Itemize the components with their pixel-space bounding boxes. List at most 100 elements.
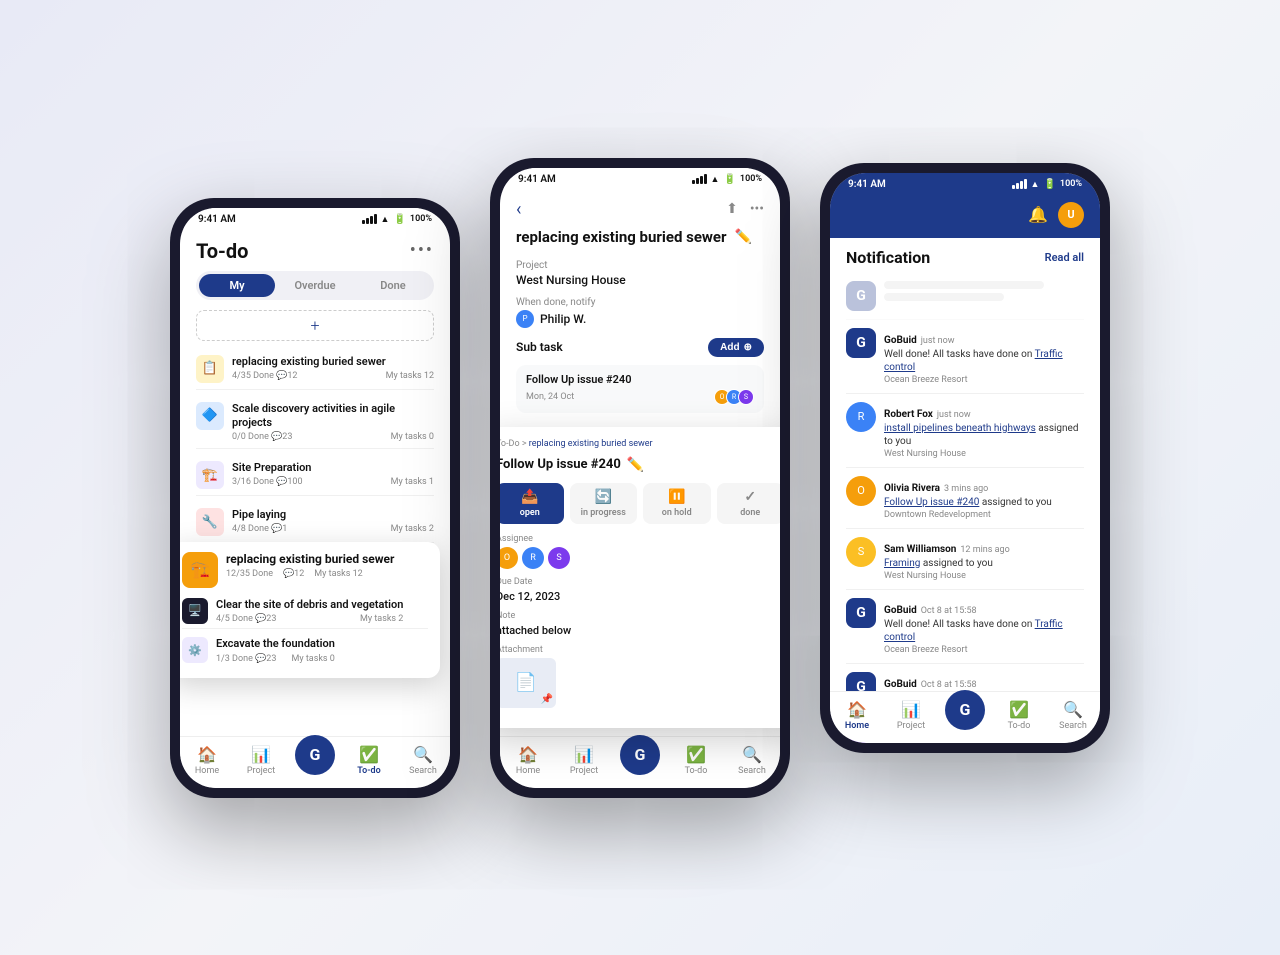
notif-link-2[interactable]: install pipelines beneath highways [884,423,1036,434]
notif-header-icons: 🔔 U [1028,202,1084,228]
notif-gobuid-icon-1: G [846,328,876,358]
tab-done[interactable]: Done [355,274,431,297]
assignee-row: O R S [500,547,780,569]
overlay-edit-icon[interactable]: ✏️ [627,457,644,473]
overlay-card: To-Do > replacing existing buried sewer … [500,427,780,728]
nav-project-2[interactable]: 📊 Project [556,745,612,776]
subtask-card[interactable]: Follow Up issue #240 Mon, 24 Oct O R S [516,365,764,413]
blur-line-1 [884,281,1044,289]
nav-home-label-1: Home [195,766,219,776]
nav-project-3[interactable]: 📊 Project [884,700,938,731]
todo-menu-btn[interactable]: ••• [410,240,434,261]
edit-icon[interactable]: ✏️ [735,229,752,245]
nav-g-btn-2[interactable]: G [620,735,660,775]
task-item-4[interactable]: 🔧 Pipe laying 4/8 Done 💬1 My tasks 2 [196,502,434,543]
back-button[interactable]: ‹ [516,199,521,220]
battery-icon-1: 🔋 [393,214,405,225]
float-sub-meta-2: 1/3 Done 💬23 My tasks 0 [216,654,335,664]
notif-link-5[interactable]: Traffic control [884,619,1063,643]
home-icon-2: 🏠 [518,745,538,764]
nav-todo-1[interactable]: ✅ To-do [342,745,396,776]
notif-item-5[interactable]: G GoBuid Oct 8 at 15:58 Well done! All t… [846,590,1084,664]
float-sub-1[interactable]: 🖥️ Clear the site of debris and vegetati… [182,594,428,629]
home-icon-3: 🏠 [847,700,867,719]
notif-item-4[interactable]: S Sam Williamson 12 mins ago Framing ass… [846,529,1084,590]
battery-pct-2: 100% [740,174,762,184]
task-icon-4: 🔧 [196,508,224,536]
task-item-2[interactable]: 🔷 Scale discovery activities in agile pr… [196,396,434,450]
nav-todo-3[interactable]: ✅ To-do [992,700,1046,731]
nav-home-1[interactable]: 🏠 Home [180,745,234,776]
float-sub-2[interactable]: ⚙️ Excavate the foundation 1/3 Done 💬23 … [182,633,428,667]
task-item-3[interactable]: 🏗️ Site Preparation 3/16 Done 💬100 My ta… [196,455,434,496]
nav-g-btn-3[interactable]: G [945,690,985,730]
float-sub-progress-2: 1/3 Done 💬23 [216,654,276,664]
open-icon: 📤 [521,489,538,505]
status-done[interactable]: ✓ done [717,483,781,524]
bell-icon[interactable]: 🔔 [1028,205,1048,224]
task-item-1[interactable]: 📋 replacing existing buried sewer 4/35 D… [196,349,434,390]
nav-search-1[interactable]: 🔍 Search [396,745,450,776]
detail-content: replacing existing buried sewer ✏️ Proje… [500,228,780,421]
notif-link-1[interactable]: Traffic control [884,349,1063,373]
notif-text-5: Well done! All tasks have done on Traffi… [884,618,1084,644]
nav-search-2[interactable]: 🔍 Search [724,745,780,776]
phone-todo: 9:41 AM ▲ 🔋 100% To-do ••• My Overdue [170,198,460,798]
tab-my[interactable]: My [199,274,275,297]
time-2: 9:41 AM [518,174,556,185]
note-value: attached below [500,624,780,637]
project-value: West Nursing House [516,273,764,287]
notif-item-2[interactable]: R Robert Fox just now install pipelines … [846,394,1084,468]
notif-project-5: Ocean Breeze Resort [884,645,1084,655]
status-onhold[interactable]: ⏸️ on hold [643,483,711,524]
float-task-info: replacing existing buried sewer 12/35 Do… [226,552,394,579]
nav-todo-2[interactable]: ✅ To-do [668,745,724,776]
notif-item-3[interactable]: O Olivia Rivera 3 mins ago Follow Up iss… [846,468,1084,529]
float-main-task[interactable]: 🏗️ replacing existing buried sewer 12/35… [182,552,428,588]
subtask-label: Sub task [516,340,563,354]
status-open[interactable]: 📤 open [500,483,564,524]
nav-project-1[interactable]: 📊 Project [234,745,288,776]
notif-project-4: West Nursing House [884,571,1084,581]
task-meta-1: 4/35 Done 💬12 My tasks 12 [232,371,434,381]
status-inprogress[interactable]: 🔄 in progress [570,483,638,524]
todo-nav-icon-3: ✅ [1009,700,1029,719]
notif-text-2: install pipelines beneath highways assig… [884,422,1084,448]
bar1-3 [1012,185,1015,189]
float-sub-meta-1: 4/5 Done 💬23 My tasks 2 [216,614,403,624]
nav-home-3[interactable]: 🏠 Home [830,700,884,731]
notif-av-3: O [846,476,876,506]
nav-center-3[interactable]: G [938,700,992,731]
notif-link-3[interactable]: Follow Up issue #240 [884,497,979,508]
notif-blurred[interactable]: G [846,273,1084,320]
notif-content-2: Robert Fox just now install pipelines be… [884,402,1084,459]
bar2-2 [696,178,699,184]
notif-link-4[interactable]: Framing [884,558,920,569]
nav-home-2[interactable]: 🏠 Home [500,745,556,776]
task-name-1: replacing existing buried sewer [232,355,434,369]
nav-center-2[interactable]: G [612,745,668,776]
read-all-btn[interactable]: Read all [1045,251,1084,264]
task-meta-2: 0/0 Done 💬23 My tasks 0 [232,432,434,442]
user-avatar[interactable]: U [1058,202,1084,228]
notif-sender-5: GoBuid [884,605,917,616]
nav-center-1[interactable]: G [288,745,342,776]
onhold-icon: ⏸️ [668,489,685,505]
add-task-row[interactable]: + [196,310,434,341]
task-main-title: replacing existing buried sewer [516,228,727,246]
inprogress-icon: 🔄 [595,489,612,505]
notif-content-3: Olivia Rivera 3 mins ago Follow Up issue… [884,476,1084,520]
notify-info: When done, notify P Philip W. [516,297,764,328]
more-icon[interactable]: ••• [750,201,764,217]
tab-overdue[interactable]: Overdue [277,274,353,297]
nav-search-3[interactable]: 🔍 Search [1046,700,1100,731]
assignee-field: Assignee O R S [500,534,780,569]
status-bar-3: 9:41 AM ▲ 🔋 100% [830,173,1100,194]
add-subtask-btn[interactable]: Add ⊕ [708,338,764,357]
float-task-meta: 12/35 Done 💬12 My tasks 12 [226,569,394,579]
nav-todo-label-1: To-do [357,766,380,776]
bottom-nav-3: 🏠 Home 📊 Project G ✅ To-do 🔍 Search [830,691,1100,743]
nav-g-btn-1[interactable]: G [295,735,335,775]
share-icon[interactable]: ⬆ [726,201,738,217]
notif-item-1[interactable]: G GoBuid just now Well done! All tasks h… [846,320,1084,394]
